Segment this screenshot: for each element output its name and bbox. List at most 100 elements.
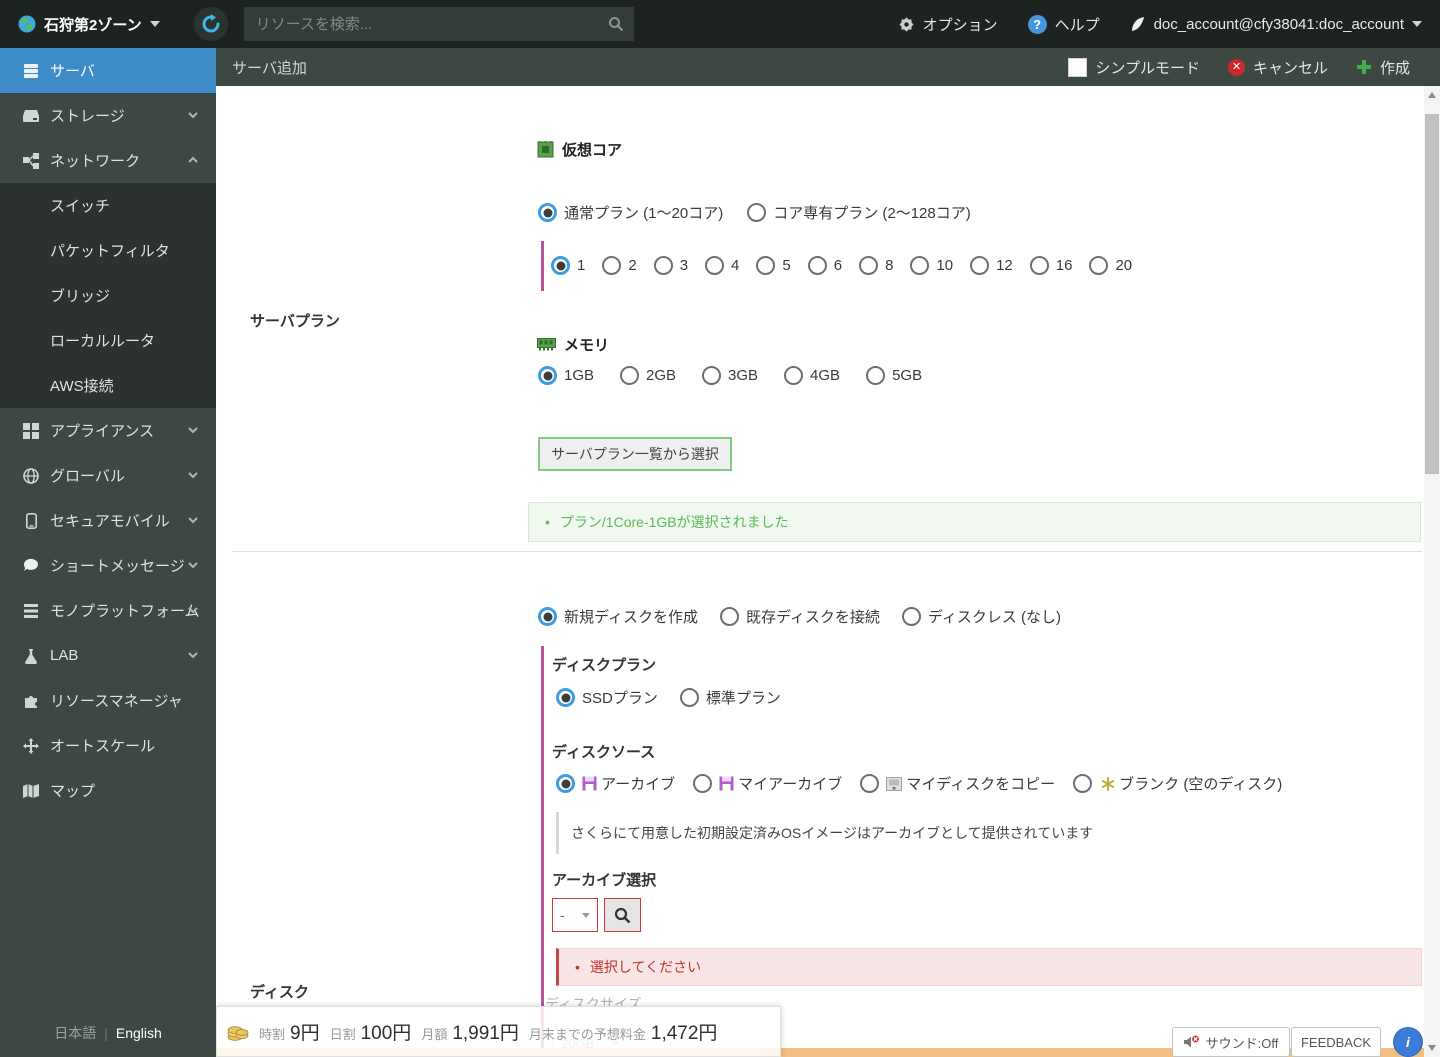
core-radio-6[interactable]: 6 — [807, 256, 842, 275]
sidebar-item-secure-mobile[interactable]: セキュアモバイル — [0, 498, 216, 543]
plan-dedicated-radio[interactable]: コア専有プラン (2〜128コア) — [747, 202, 971, 223]
account-menu[interactable]: doc_account@cfy38041:doc_account — [1130, 16, 1422, 33]
refresh-button[interactable] — [193, 7, 228, 41]
memory-radio-3gb[interactable]: 3GB — [702, 366, 758, 385]
sidebar-subitem-packet-filter[interactable]: パケットフィルタ — [0, 228, 216, 273]
radio-unselected[interactable] — [747, 203, 767, 222]
plan-list-button[interactable]: サーバプラン一覧から選択 — [538, 437, 732, 471]
daily-label: 日割 — [329, 1027, 356, 1042]
core-radio-4[interactable]: 4 — [705, 256, 739, 275]
radio-unselected[interactable] — [702, 366, 722, 385]
search-input[interactable] — [243, 15, 634, 33]
radio-unselected[interactable] — [679, 688, 699, 707]
subitem-label: ローカルルータ — [50, 333, 156, 350]
sidebar-item-global[interactable]: グローバル — [0, 453, 216, 498]
radio-unselected[interactable] — [970, 256, 990, 275]
blank-disk-radio[interactable]: ブランク (空のディスク) — [1073, 773, 1282, 794]
radio-unselected[interactable] — [693, 774, 713, 793]
standard-plan-radio[interactable]: 標準プラン — [679, 687, 781, 708]
radio-unselected[interactable] — [910, 256, 930, 275]
sidebar-item-server[interactable]: サーバ — [0, 48, 216, 93]
memory-radio-2gb[interactable]: 2GB — [620, 366, 676, 385]
sidebar-subitem-aws[interactable]: AWS接続 — [0, 363, 216, 408]
options-menu[interactable]: オプション — [898, 14, 998, 35]
sidebar-item-mono-platform[interactable]: モノプラットフォーム — [0, 588, 216, 633]
sidebar-subitem-local-router[interactable]: ローカルルータ — [0, 318, 216, 363]
sidebar-item-network[interactable]: ネットワーク — [0, 138, 216, 183]
radio-unselected[interactable] — [653, 256, 673, 275]
radio-selected[interactable] — [551, 256, 570, 275]
sidebar-item-appliance[interactable]: アプライアンス — [0, 408, 216, 453]
diskless-radio[interactable]: ディスクレス (なし) — [901, 606, 1061, 627]
radio-unselected[interactable] — [784, 366, 804, 385]
sound-toggle-button[interactable]: サウンド:Off — [1172, 1027, 1290, 1057]
my-archive-radio[interactable]: マイアーカイブ — [693, 773, 842, 794]
archive-select-dropdown[interactable]: - — [552, 898, 598, 932]
ssd-plan-radio[interactable]: SSDプラン — [556, 687, 658, 708]
copy-disk-radio[interactable]: マイディスクをコピー — [860, 773, 1055, 794]
simple-mode-checkbox[interactable] — [1068, 57, 1088, 77]
core-radio-5[interactable]: 5 — [756, 256, 791, 275]
simple-mode-toggle[interactable]: シンプルモード — [1068, 57, 1200, 78]
sidebar-subitem-bridge[interactable]: ブリッジ — [0, 273, 216, 318]
radio-unselected[interactable] — [807, 256, 827, 275]
radio-selected[interactable] — [556, 688, 575, 707]
core-radio-8[interactable]: 8 — [859, 256, 893, 275]
server-icon — [22, 63, 40, 79]
lang-english[interactable]: English — [116, 1025, 162, 1041]
core-radio-20[interactable]: 20 — [1089, 256, 1132, 275]
sidebar-item-short-message[interactable]: ショートメッセージ — [0, 543, 216, 588]
zone-selector[interactable]: 石狩第2ゾーン — [0, 14, 160, 35]
scroll-down-arrow[interactable] — [1428, 1045, 1436, 1051]
radio-selected[interactable] — [556, 774, 575, 793]
disk-mode-radios: 新規ディスクを作成 既存ディスクを接続 ディスクレス (なし) — [538, 606, 1061, 627]
radio-unselected[interactable] — [1029, 256, 1049, 275]
disk-existing-radio[interactable]: 既存ディスクを接続 — [719, 606, 880, 627]
core-radio-2[interactable]: 2 — [602, 256, 637, 275]
radio-unselected[interactable] — [866, 366, 886, 385]
archive-search-button[interactable] — [604, 898, 641, 932]
radio-unselected[interactable] — [602, 256, 622, 275]
help-menu[interactable]: ? ヘルプ — [1027, 14, 1100, 35]
sidebar-item-label: リソースマネージャ — [50, 693, 183, 710]
scroll-up-arrow[interactable] — [1428, 92, 1436, 98]
core-radio-3[interactable]: 3 — [653, 256, 688, 275]
radio-unselected[interactable] — [620, 366, 640, 385]
lang-japanese[interactable]: 日本語 — [54, 1025, 96, 1041]
radio-unselected[interactable] — [1073, 774, 1093, 793]
core-radio-10[interactable]: 10 — [910, 256, 953, 275]
radio-unselected[interactable] — [901, 607, 921, 626]
sidebar-item-autoscale[interactable]: オートスケール — [0, 723, 216, 768]
core-radio-1[interactable]: 1 — [551, 256, 585, 275]
core-radio-12[interactable]: 12 — [970, 256, 1013, 275]
radio-unselected[interactable] — [756, 256, 776, 275]
info-button[interactable]: i — [1393, 1027, 1423, 1057]
cancel-button[interactable]: ✕ キャンセル — [1227, 57, 1328, 78]
memory-label: 1GB — [564, 367, 595, 384]
create-button[interactable]: 作成 — [1356, 57, 1410, 78]
disk-copy-icon — [886, 776, 903, 791]
feedback-button[interactable]: FEEDBACK — [1291, 1027, 1381, 1057]
core-radio-16[interactable]: 16 — [1029, 256, 1072, 275]
radio-unselected[interactable] — [860, 774, 880, 793]
vertical-scrollbar[interactable] — [1424, 86, 1440, 1057]
memory-radio-1gb[interactable]: 1GB — [538, 366, 594, 385]
archive-radio[interactable]: アーカイブ — [556, 773, 675, 794]
disk-new-radio[interactable]: 新規ディスクを作成 — [538, 606, 698, 627]
radio-selected[interactable] — [538, 203, 557, 222]
plan-normal-radio[interactable]: 通常プラン (1〜20コア) — [538, 202, 723, 223]
sidebar-item-resource-manager[interactable]: リソースマネージャ — [0, 678, 216, 723]
memory-radio-4gb[interactable]: 4GB — [784, 366, 840, 385]
radio-selected[interactable] — [538, 366, 557, 385]
sidebar-item-storage[interactable]: ストレージ — [0, 93, 216, 138]
sidebar-item-lab[interactable]: LAB — [0, 633, 216, 678]
radio-selected[interactable] — [538, 607, 557, 626]
sidebar-subitem-switch[interactable]: スイッチ — [0, 183, 216, 228]
memory-radio-5gb[interactable]: 5GB — [866, 366, 922, 385]
radio-unselected[interactable] — [859, 256, 879, 275]
scrollbar-thumb[interactable] — [1425, 114, 1439, 474]
sidebar-item-map[interactable]: マップ — [0, 768, 216, 813]
radio-unselected[interactable] — [719, 607, 739, 626]
radio-unselected[interactable] — [1089, 256, 1109, 275]
radio-unselected[interactable] — [705, 256, 725, 275]
